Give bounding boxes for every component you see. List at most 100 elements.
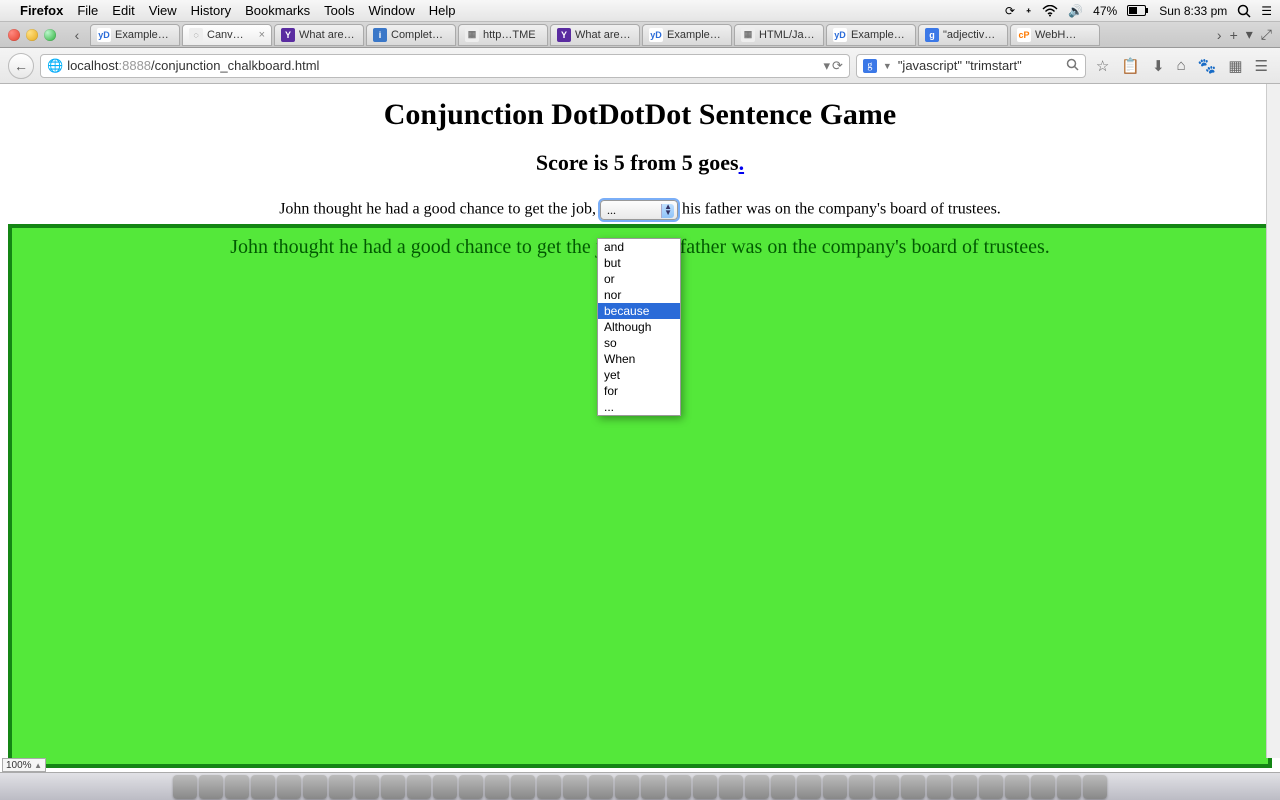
dock-app[interactable]	[511, 775, 535, 799]
downloads-icon[interactable]: ⬇	[1152, 57, 1165, 75]
dock-app[interactable]	[953, 775, 977, 799]
browser-tab[interactable]: Y What are…	[550, 24, 640, 46]
volume-icon[interactable]: 🔊	[1068, 4, 1083, 18]
bluetooth-icon[interactable]: ᛭	[1025, 4, 1032, 18]
dock-app[interactable]	[1057, 775, 1081, 799]
browser-tab[interactable]: yD Example…	[642, 24, 732, 46]
dropdown-option[interactable]: for	[598, 383, 680, 399]
conjunction-dropdown-list[interactable]: andbutornorbecauseAlthoughsoWhenyetfor..…	[597, 238, 681, 416]
dock-app[interactable]	[173, 775, 197, 799]
dropdown-option[interactable]: or	[598, 271, 680, 287]
dock-app[interactable]	[199, 775, 223, 799]
spotlight-icon[interactable]	[1237, 4, 1251, 18]
dock-app[interactable]	[537, 775, 561, 799]
menu-help[interactable]: Help	[429, 3, 456, 18]
zoom-indicator[interactable]: 100% ▲	[2, 758, 46, 772]
dock-app[interactable]	[693, 775, 717, 799]
dock-app[interactable]	[1083, 775, 1107, 799]
dock-app[interactable]	[277, 775, 301, 799]
bookmark-star-icon[interactable]: ☆	[1096, 57, 1109, 75]
reload-dropdown-caret[interactable]: ▾	[823, 58, 830, 74]
site-identity-icon[interactable]: 🌐	[47, 58, 63, 74]
browser-tab[interactable]: Y What are…	[274, 24, 364, 46]
browser-tab[interactable]: yD Example…	[826, 24, 916, 46]
dock-app[interactable]	[667, 775, 691, 799]
minimize-window-button[interactable]	[26, 29, 38, 41]
dock-app[interactable]	[485, 775, 509, 799]
browser-tab[interactable]: i Complet…	[366, 24, 456, 46]
dropdown-option[interactable]: nor	[598, 287, 680, 303]
browser-tab[interactable]: yD Example…	[90, 24, 180, 46]
search-input[interactable]: g ▼ "javascript" "trimstart"	[856, 54, 1086, 78]
battery-icon[interactable]	[1127, 5, 1149, 16]
dock-app[interactable]	[225, 775, 249, 799]
reload-button[interactable]: ⟳	[832, 58, 843, 74]
home-icon[interactable]: ⌂	[1177, 57, 1186, 74]
new-tab-button[interactable]: +	[1230, 27, 1238, 43]
dropdown-option[interactable]: so	[598, 335, 680, 351]
dropdown-option[interactable]: ...	[598, 399, 680, 415]
list-all-tabs-button[interactable]: ▾	[1246, 26, 1253, 43]
menubar-app-name[interactable]: Firefox	[20, 3, 63, 18]
browser-tab[interactable]: ◌ Canv… ×	[182, 24, 272, 46]
dock-app[interactable]	[1005, 775, 1029, 799]
dropdown-option[interactable]: because	[598, 303, 680, 319]
dock-app[interactable]	[381, 775, 405, 799]
dock-app[interactable]	[433, 775, 457, 799]
wifi-icon[interactable]	[1042, 5, 1058, 17]
dropdown-option[interactable]: Although	[598, 319, 680, 335]
browser-tab[interactable]: ▦ http…TME	[458, 24, 548, 46]
dock-app[interactable]	[589, 775, 613, 799]
dock-app[interactable]	[797, 775, 821, 799]
dock-app[interactable]	[355, 775, 379, 799]
dock-app[interactable]	[901, 775, 925, 799]
sync-icon[interactable]: ⟳	[1005, 4, 1015, 18]
browser-tab[interactable]: cP WebH…	[1010, 24, 1100, 46]
mac-dock[interactable]	[0, 772, 1280, 800]
dropdown-option[interactable]: yet	[598, 367, 680, 383]
menu-view[interactable]: View	[149, 3, 177, 18]
addon-icon[interactable]: 🐾	[1198, 57, 1217, 75]
menu-bookmarks[interactable]: Bookmarks	[245, 3, 310, 18]
addon2-icon[interactable]: ▦	[1228, 57, 1242, 75]
dropdown-option[interactable]: but	[598, 255, 680, 271]
tab-close-icon[interactable]: ×	[259, 29, 265, 41]
tab-scroll-right[interactable]: ›	[1217, 27, 1222, 43]
dock-app[interactable]	[615, 775, 639, 799]
search-engine-caret[interactable]: ▼	[883, 61, 892, 71]
hamburger-menu-icon[interactable]: ☰	[1255, 57, 1268, 75]
dock-app[interactable]	[251, 775, 275, 799]
search-icon[interactable]	[1066, 58, 1079, 74]
dock-app[interactable]	[303, 775, 327, 799]
dock-app[interactable]	[719, 775, 743, 799]
dock-app[interactable]	[407, 775, 431, 799]
menu-window[interactable]: Window	[369, 3, 415, 18]
dock-app[interactable]	[927, 775, 951, 799]
dock-app[interactable]	[771, 775, 795, 799]
zoom-window-button[interactable]	[44, 29, 56, 41]
fullscreen-icon[interactable]: ⤢	[1261, 26, 1272, 43]
dock-app[interactable]	[875, 775, 899, 799]
menubar-clock[interactable]: Sun 8:33 pm	[1159, 4, 1227, 18]
menu-edit[interactable]: Edit	[112, 3, 134, 18]
close-window-button[interactable]	[8, 29, 20, 41]
dock-app[interactable]	[849, 775, 873, 799]
menu-tools[interactable]: Tools	[324, 3, 354, 18]
menu-history[interactable]: History	[191, 3, 231, 18]
dock-app[interactable]	[1031, 775, 1055, 799]
tab-scroll-left[interactable]: ‹	[66, 25, 88, 45]
dock-app[interactable]	[641, 775, 665, 799]
dock-app[interactable]	[823, 775, 847, 799]
clipboard-icon[interactable]: 📋	[1121, 57, 1140, 75]
dock-app[interactable]	[459, 775, 483, 799]
vertical-scrollbar[interactable]	[1266, 84, 1280, 758]
dropdown-option[interactable]: When	[598, 351, 680, 367]
back-button[interactable]: ←	[8, 53, 34, 79]
notification-center-icon[interactable]: ☰	[1261, 4, 1272, 18]
browser-tab[interactable]: g "adjectiv…	[918, 24, 1008, 46]
dock-app[interactable]	[745, 775, 769, 799]
dock-app[interactable]	[329, 775, 353, 799]
dropdown-option[interactable]: and	[598, 239, 680, 255]
dock-app[interactable]	[979, 775, 1003, 799]
conjunction-select[interactable]: ... ▲ ▼	[600, 200, 678, 220]
